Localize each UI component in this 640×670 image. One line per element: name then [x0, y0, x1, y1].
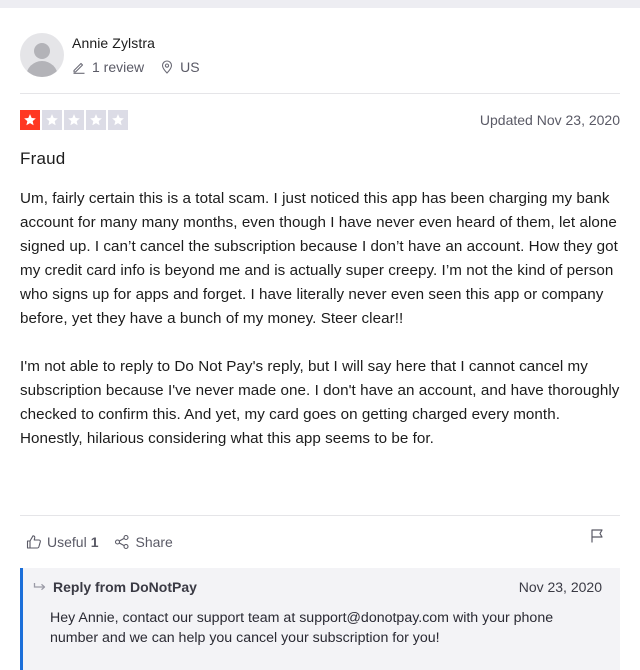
consumer-meta: 1 review US — [72, 59, 216, 75]
flag-button[interactable] — [590, 528, 604, 549]
reply-header: Reply from DoNotPay Nov 23, 2020 — [33, 578, 602, 596]
avatar-head-shape — [34, 43, 50, 59]
share-label: Share — [135, 534, 173, 550]
review-date: Updated Nov 23, 2020 — [479, 112, 620, 128]
review-body: Um, fairly certain this is a total scam.… — [20, 187, 622, 451]
divider — [20, 93, 620, 94]
star-empty-icon — [64, 110, 84, 130]
review-card: Annie Zylstra 1 review US Updated Nov 23… — [0, 8, 640, 670]
useful-label: Useful — [47, 534, 87, 550]
star-empty-icon — [42, 110, 62, 130]
share-icon — [115, 534, 130, 550]
reply-from-text: Reply from DoNotPay — [53, 579, 197, 595]
reply-date: Nov 23, 2020 — [518, 579, 602, 595]
reply-text: Hey Annie, contact our support team at s… — [50, 610, 554, 646]
consumer-name[interactable]: Annie Zylstra — [72, 35, 216, 51]
pencil-icon — [73, 62, 85, 74]
rating-row: Updated Nov 23, 2020 — [20, 110, 620, 130]
avatar[interactable] — [20, 33, 64, 77]
consumer-details: Annie Zylstra 1 review US — [72, 35, 216, 75]
thumbs-up-icon — [26, 535, 41, 549]
star-filled-icon — [20, 110, 40, 130]
review-actions: Useful 1 Share — [26, 526, 189, 558]
useful-count: 1 — [90, 534, 99, 550]
consumer-country: US — [160, 59, 200, 75]
review-paragraph: I'm not able to reply to Do Not Pay's re… — [20, 358, 620, 447]
useful-button[interactable]: Useful 1 — [26, 534, 98, 550]
star-empty-icon — [86, 110, 106, 130]
star-rating — [20, 110, 130, 130]
country-text: US — [180, 59, 200, 75]
review-count: 1 review — [72, 59, 144, 75]
consumer-info: Annie Zylstra 1 review US — [20, 32, 216, 78]
review-paragraph: Um, fairly certain this is a total scam.… — [20, 190, 618, 327]
reply-arrow-icon — [33, 583, 46, 591]
location-pin-icon — [162, 60, 173, 74]
star-empty-icon — [108, 110, 128, 130]
avatar-body-shape — [26, 61, 58, 77]
flag-icon — [591, 529, 603, 543]
review-count-text: 1 review — [92, 59, 145, 75]
company-reply: Reply from DoNotPay Nov 23, 2020 Hey Ann… — [20, 568, 620, 670]
reply-from: Reply from DoNotPay — [33, 579, 197, 595]
share-button[interactable]: Share — [114, 534, 173, 550]
divider — [20, 515, 620, 516]
review-title[interactable]: Fraud — [20, 149, 65, 169]
